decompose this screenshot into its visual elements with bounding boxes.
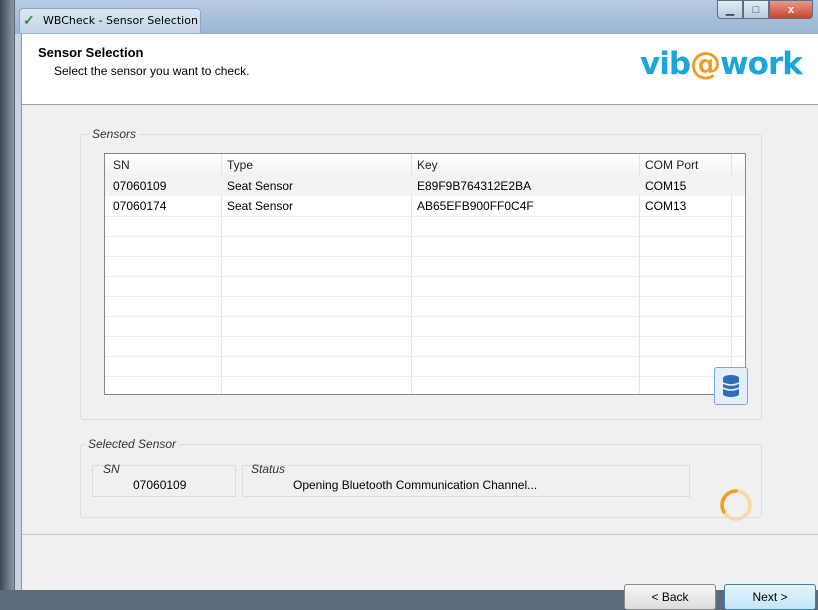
title-bar: ✓ WBCheck - Sensor Selection ▁ □ x xyxy=(15,0,818,34)
row-divider xyxy=(105,356,745,357)
sensors-group-title: Sensors xyxy=(90,127,139,141)
table-row[interactable]: 07060174 Seat Sensor AB65EFB900FF0C4F CO… xyxy=(105,196,745,216)
app-window: ✓ WBCheck - Sensor Selection ▁ □ x Senso… xyxy=(14,0,818,610)
column-header-key[interactable]: Key xyxy=(417,158,438,172)
app-icon: ✓ xyxy=(23,12,35,28)
column-header-sn[interactable]: SN xyxy=(113,158,130,172)
cell-sn: 07060109 xyxy=(113,179,167,193)
window-title: WBCheck - Sensor Selection xyxy=(43,14,198,27)
footer-divider xyxy=(22,534,818,535)
row-divider xyxy=(105,236,745,237)
cell-type: Seat Sensor xyxy=(227,199,294,213)
wizard-header: Sensor Selection Select the sensor you w… xyxy=(22,34,818,105)
row-divider xyxy=(105,216,745,217)
logo-suffix: work xyxy=(720,46,803,82)
logo-prefix: vib xyxy=(640,46,691,82)
status-value: Opening Bluetooth Communication Channel.… xyxy=(293,478,538,492)
page-title: Sensor Selection xyxy=(38,45,144,60)
minimize-button[interactable]: ▁ xyxy=(717,0,743,19)
close-button[interactable]: x xyxy=(769,0,813,19)
window-controls: ▁ □ x xyxy=(717,0,813,20)
row-divider xyxy=(105,256,745,257)
maximize-button[interactable]: □ xyxy=(743,0,769,19)
loading-spinner-icon xyxy=(720,489,752,521)
status-label: Status xyxy=(251,462,286,476)
logo-at: @ xyxy=(690,46,721,82)
column-header-type[interactable]: Type xyxy=(227,158,253,172)
table-row[interactable]: 07060109 Seat Sensor E89F9B764312E2BA CO… xyxy=(105,176,745,196)
page-subtitle: Select the sensor you want to check. xyxy=(54,64,250,78)
row-divider xyxy=(105,316,745,317)
cell-key: E89F9B764312E2BA xyxy=(417,179,532,193)
cell-type: Seat Sensor xyxy=(227,179,294,193)
sn-label: SN xyxy=(103,462,120,476)
selected-sensor-group-title: Selected Sensor xyxy=(86,437,179,451)
cell-sn: 07060174 xyxy=(113,199,167,213)
minimize-icon: ▁ xyxy=(725,4,735,16)
next-button[interactable]: Next > xyxy=(724,584,816,610)
row-divider xyxy=(105,276,745,277)
cell-key: AB65EFB900FF0C4F xyxy=(417,199,534,213)
table-header: SN Type Key COM Port xyxy=(105,154,745,177)
cell-com-port: COM13 xyxy=(645,199,687,213)
row-divider xyxy=(105,336,745,337)
row-divider xyxy=(105,296,745,297)
vibatwork-logo: vib@work xyxy=(640,46,803,82)
database-icon xyxy=(722,375,740,397)
back-button[interactable]: < Back xyxy=(624,584,716,610)
dialog-client: Sensor Selection Select the sensor you w… xyxy=(21,34,818,610)
sn-box: SN 07060109 xyxy=(92,462,236,497)
refresh-database-button[interactable] xyxy=(714,367,748,405)
sensor-table[interactable]: SN Type Key COM Port 07060109 Seat Senso… xyxy=(104,153,746,395)
close-icon: x xyxy=(787,3,795,16)
row-divider xyxy=(105,376,745,377)
cell-com-port: COM15 xyxy=(645,179,687,193)
maximize-icon: □ xyxy=(752,3,760,16)
status-box: Status Opening Bluetooth Communication C… xyxy=(242,462,690,497)
column-header-com-port[interactable]: COM Port xyxy=(645,158,698,172)
sn-value: 07060109 xyxy=(133,478,187,492)
